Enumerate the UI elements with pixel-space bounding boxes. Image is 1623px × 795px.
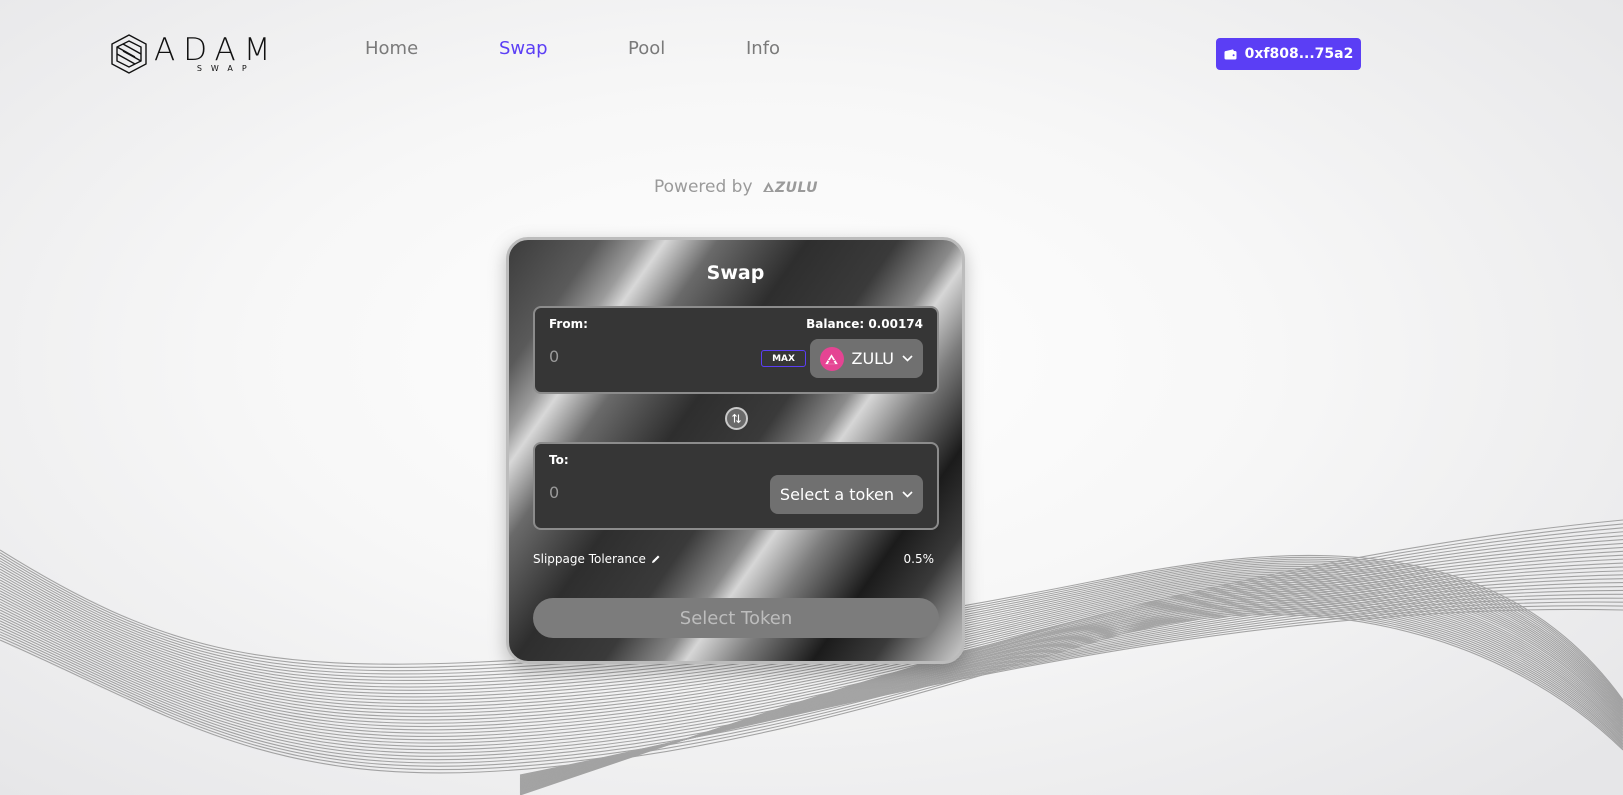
from-token-symbol: ZULU — [851, 349, 895, 368]
slippage-value: 0.5% — [903, 552, 935, 566]
swap-card: Swap From: Balance: 0.00174 MAX ZULU To:… — [506, 237, 965, 664]
powered-by-brand: ZULU — [774, 180, 818, 196]
from-balance: Balance: 0.00174 — [806, 317, 923, 331]
from-label: From: — [549, 317, 588, 331]
swap-arrows-icon — [732, 413, 741, 424]
swap-title: Swap — [706, 262, 765, 284]
wallet-address: 0xf808...75a2 — [1244, 46, 1354, 62]
nav-pool[interactable]: Pool — [628, 38, 665, 59]
from-amount-input[interactable] — [549, 344, 729, 368]
to-amount-input[interactable] — [549, 480, 729, 504]
to-token-label: Select a token — [779, 485, 894, 504]
select-token-button[interactable]: Select Token — [533, 598, 939, 638]
from-panel: From: Balance: 0.00174 MAX ZULU — [533, 306, 939, 394]
logo-word: ADAM — [154, 32, 279, 68]
logo-icon — [111, 34, 147, 74]
slippage-label: Slippage Tolerance — [533, 552, 646, 566]
nav-info[interactable]: Info — [746, 38, 780, 59]
zulu-mark-icon — [762, 182, 774, 192]
slippage-tolerance[interactable]: Slippage Tolerance — [533, 552, 661, 566]
adam-swap-logo[interactable]: ADAM SWAP — [110, 33, 279, 75]
nav-swap[interactable]: Swap — [499, 38, 548, 59]
max-button[interactable]: MAX — [761, 350, 806, 367]
powered-by-text: Powered by — [654, 177, 753, 197]
wallet-button[interactable]: 0xf808...75a2 — [1216, 38, 1361, 70]
chevron-down-icon — [902, 355, 913, 362]
wallet-icon — [1224, 48, 1237, 59]
from-token-select[interactable]: ZULU — [809, 339, 923, 378]
chevron-down-icon — [902, 491, 913, 498]
powered-by: Powered by ZULU — [0, 177, 1472, 197]
to-label: To: — [549, 453, 569, 467]
switch-direction-button[interactable] — [725, 407, 748, 430]
to-panel: To: Select a token — [533, 442, 939, 530]
nav-home[interactable]: Home — [365, 38, 418, 59]
pencil-icon[interactable] — [651, 554, 661, 564]
zulu-token-icon — [819, 346, 844, 371]
to-token-select[interactable]: Select a token — [769, 475, 923, 514]
logo-subword: SWAP — [196, 64, 256, 73]
